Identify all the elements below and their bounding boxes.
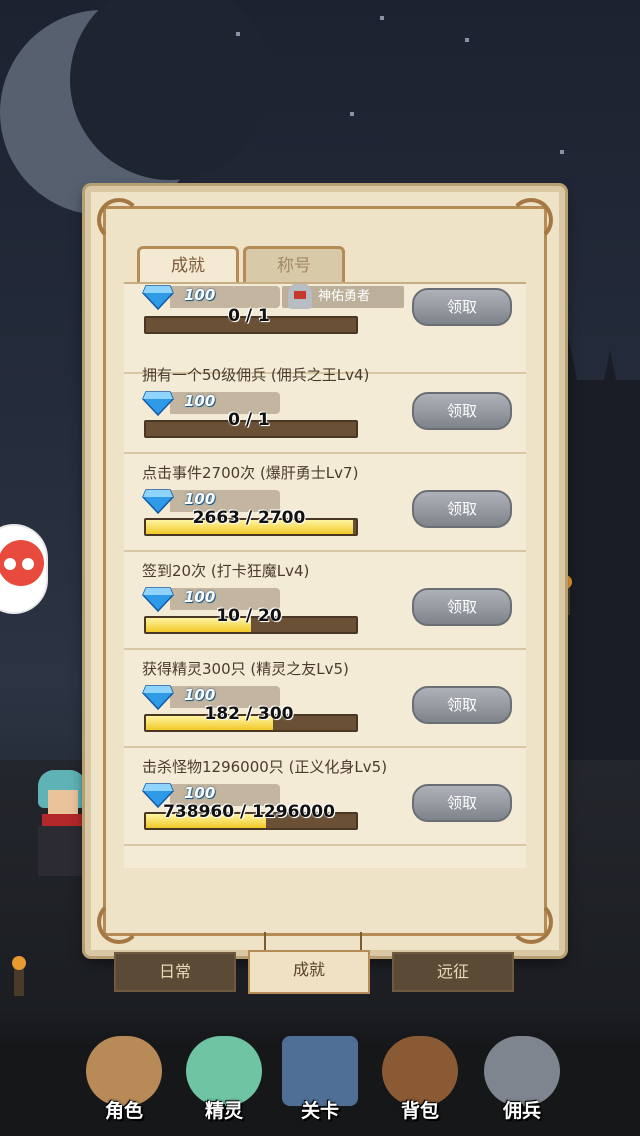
nav-stage[interactable]: 关卡 xyxy=(272,1024,368,1136)
achievement-title: 获得精灵300只 (精灵之友Lv5) xyxy=(142,660,349,678)
moon xyxy=(0,0,270,215)
ornament-corner xyxy=(509,198,553,242)
subtab-expedition[interactable]: 远征 xyxy=(392,952,514,992)
reward-amount: 100 xyxy=(184,392,216,410)
achievement-title: 签到20次 (打卡狂魔Lv4) xyxy=(142,562,310,580)
subtab-daily[interactable]: 日常 xyxy=(114,952,236,992)
ornament-corner xyxy=(509,900,553,944)
hanging-string xyxy=(264,932,266,952)
progress-text: 182 / 300 xyxy=(204,704,294,724)
progress-text: 2663 / 2700 xyxy=(192,508,306,528)
nav-label: 精灵 xyxy=(204,1100,243,1122)
star xyxy=(465,38,469,42)
star xyxy=(560,150,564,154)
achievement-title: 拥有一个50级佣兵 (佣兵之王Lv4) xyxy=(142,366,370,384)
claim-button[interactable]: 领取 xyxy=(412,288,512,326)
floating-assistant-button[interactable] xyxy=(0,526,46,612)
achievement-title: 击杀怪物1296000只 (正义化身Lv5) xyxy=(142,758,388,776)
reward-amount: 100 xyxy=(184,286,216,304)
star xyxy=(350,112,354,116)
achievement-title: 点击事件2700次 (爆肝勇士Lv7) xyxy=(142,464,359,482)
claim-button[interactable]: 领取 xyxy=(412,686,512,724)
tab-achievements[interactable]: 成就 xyxy=(137,246,239,283)
achievement-panel: 成就 称号 100 神佑勇者 0 / 1 领取 拥有一个50级佣兵 (佣兵之王L… xyxy=(85,186,565,956)
claim-button[interactable]: 领取 xyxy=(412,392,512,430)
achievement-row: 获得精灵300只 (精灵之友Lv5) 100 182 / 300 领取 xyxy=(124,648,526,748)
castle-spire xyxy=(598,350,622,410)
progress-text: 10 / 20 xyxy=(216,606,282,626)
reward-amount: 100 xyxy=(184,784,216,802)
claim-button[interactable]: 领取 xyxy=(412,588,512,626)
subtab-achievements[interactable]: 成就 xyxy=(248,950,370,994)
hanging-string xyxy=(360,932,362,952)
achievement-row: 拥有一个50级佣兵 (佣兵之王Lv4) 100 0 / 1 领取 xyxy=(124,354,526,454)
achievement-list[interactable]: 100 神佑勇者 0 / 1 领取 拥有一个50级佣兵 (佣兵之王Lv4) 10… xyxy=(124,282,526,868)
progress-text: 738960 / 1296000 xyxy=(163,802,335,822)
nav-label: 关卡 xyxy=(300,1100,339,1122)
star xyxy=(380,16,384,20)
star xyxy=(236,32,240,36)
nav-label: 角色 xyxy=(104,1100,143,1122)
nav-label: 佣兵 xyxy=(502,1100,541,1122)
torch xyxy=(12,956,26,996)
progress-text: 0 / 1 xyxy=(228,410,270,430)
ornament-corner xyxy=(97,900,141,944)
nav-label: 背包 xyxy=(400,1100,439,1122)
reward-title-badge: 神佑勇者 xyxy=(282,284,404,309)
reward-amount: 100 xyxy=(184,588,216,606)
achievement-row: 击杀怪物1296000只 (正义化身Lv5) 100 738960 / 1296… xyxy=(124,746,526,846)
ornament-corner xyxy=(97,198,141,242)
progress-text: 0 / 1 xyxy=(228,306,270,326)
reward-amount: 100 xyxy=(184,490,216,508)
tab-titles[interactable]: 称号 xyxy=(243,246,345,283)
nav-mercenary[interactable]: 佣兵 xyxy=(474,1024,570,1136)
achievement-row: 点击事件2700次 (爆肝勇士Lv7) 100 2663 / 2700 领取 xyxy=(124,452,526,552)
claim-button[interactable]: 领取 xyxy=(412,784,512,822)
hero-character xyxy=(28,770,88,880)
achievement-row: 签到20次 (打卡狂魔Lv4) 100 10 / 20 领取 xyxy=(124,550,526,650)
nav-spirit[interactable]: 精灵 xyxy=(176,1024,272,1136)
nav-character[interactable]: 角色 xyxy=(76,1024,172,1136)
claim-button[interactable]: 领取 xyxy=(412,490,512,528)
reward-amount: 100 xyxy=(184,686,216,704)
nav-backpack[interactable]: 背包 xyxy=(372,1024,468,1136)
